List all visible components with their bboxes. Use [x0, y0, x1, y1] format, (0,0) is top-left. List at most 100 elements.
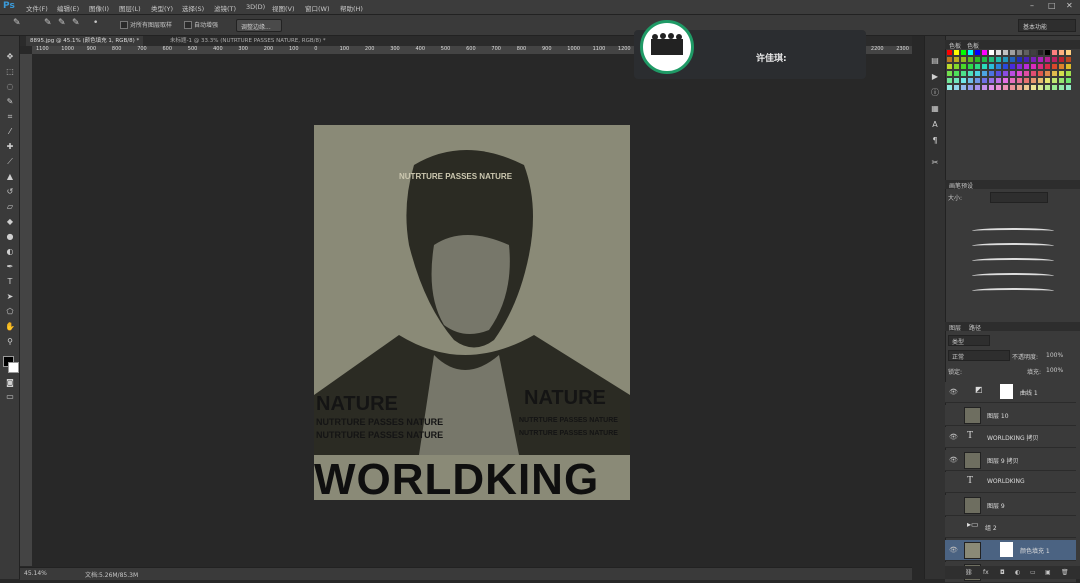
color-swatch[interactable] — [982, 85, 987, 90]
color-swatch[interactable] — [1066, 71, 1071, 76]
color-swatch[interactable] — [1066, 57, 1071, 62]
brush-stroke-3[interactable] — [972, 258, 1054, 264]
shape-tool-icon[interactable]: ⬠ — [5, 307, 15, 317]
color-swatch[interactable] — [1017, 57, 1022, 62]
color-swatch[interactable] — [1066, 78, 1071, 83]
color-swatch[interactable] — [1038, 64, 1043, 69]
color-swatch[interactable] — [1052, 71, 1057, 76]
auto-enhance-checkbox[interactable] — [184, 21, 192, 29]
new-group-icon[interactable]: ▭ — [1030, 569, 1036, 576]
menu-layer[interactable]: 图层(L) — [119, 3, 141, 13]
color-swatch[interactable] — [1059, 64, 1064, 69]
color-swatch[interactable] — [961, 64, 966, 69]
color-swatch[interactable] — [982, 78, 987, 83]
color-swatch[interactable] — [989, 50, 994, 55]
type-tool-icon[interactable]: T — [5, 277, 15, 287]
layer-filter-select[interactable]: 类型 — [948, 335, 990, 346]
fill-value[interactable]: 100% — [1046, 367, 1063, 374]
menu-view[interactable]: 视图(V) — [272, 3, 295, 13]
color-swatch[interactable] — [1052, 64, 1057, 69]
adjustment-layer-icon[interactable]: ◐ — [1015, 569, 1020, 576]
color-swatch[interactable] — [1031, 50, 1036, 55]
color-swatch[interactable] — [975, 71, 980, 76]
color-swatch[interactable] — [1066, 85, 1071, 90]
color-swatch[interactable] — [1052, 57, 1057, 62]
eyedropper-tool-icon[interactable]: ⁄ — [5, 127, 15, 137]
color-swatch[interactable] — [947, 71, 952, 76]
new-layer-icon[interactable]: ▣ — [1045, 569, 1051, 576]
color-swatch[interactable] — [975, 57, 980, 62]
brush-stroke-4[interactable] — [972, 273, 1054, 279]
color-swatch[interactable] — [1059, 71, 1064, 76]
sample-all-layers-checkbox[interactable] — [120, 21, 128, 29]
color-swatch[interactable] — [1010, 85, 1015, 90]
color-swatch[interactable] — [1059, 78, 1064, 83]
layer-row[interactable]: 👁 ◩ 曲线 1 — [945, 382, 1076, 403]
color-swatch[interactable] — [1038, 57, 1043, 62]
color-swatch[interactable] — [975, 64, 980, 69]
subtract-selection-icon[interactable]: ✎ — [72, 18, 80, 28]
brush-stroke-1[interactable] — [972, 228, 1054, 234]
color-swatch[interactable] — [989, 64, 994, 69]
color-swatch[interactable] — [1031, 64, 1036, 69]
color-swatch[interactable] — [968, 50, 973, 55]
color-swatch[interactable] — [1010, 71, 1015, 76]
screen-mode-icon[interactable]: ▭ — [5, 392, 15, 402]
color-swatch[interactable] — [1017, 50, 1022, 55]
healing-brush-icon[interactable]: ✚ — [5, 142, 15, 152]
tab-swatches[interactable]: 色板 — [967, 41, 979, 50]
color-swatch[interactable] — [947, 78, 952, 83]
color-swatch[interactable] — [1031, 57, 1036, 62]
color-swatch[interactable] — [961, 78, 966, 83]
swatch-grid[interactable] — [945, 50, 1080, 100]
visibility-eye-icon[interactable]: 👁 — [949, 546, 958, 554]
add-selection-icon[interactable]: ✎ — [58, 18, 66, 28]
color-swatch[interactable] — [1038, 85, 1043, 90]
color-swatch[interactable] — [989, 85, 994, 90]
layer-row[interactable]: ▸▭ 组 2 — [945, 517, 1076, 538]
color-swatch[interactable] — [1024, 78, 1029, 83]
color-swatch[interactable] — [1024, 50, 1029, 55]
color-swatch[interactable] — [968, 71, 973, 76]
color-swatch[interactable] — [1010, 50, 1015, 55]
color-swatch[interactable] — [1045, 85, 1050, 90]
color-swatch[interactable] — [1024, 71, 1029, 76]
history-brush-icon[interactable]: ↺ — [5, 187, 15, 197]
color-swatch[interactable] — [1024, 64, 1029, 69]
zoom-level[interactable]: 45.14% — [24, 570, 47, 577]
color-swatch[interactable] — [1017, 64, 1022, 69]
color-swatch[interactable] — [1003, 78, 1008, 83]
opacity-value[interactable]: 100% — [1046, 352, 1063, 359]
color-swatch[interactable] — [989, 78, 994, 83]
brush-size-icon[interactable]: • — [93, 18, 98, 28]
color-swatch[interactable] — [954, 78, 959, 83]
color-swatch[interactable] — [961, 57, 966, 62]
dodge-tool-icon[interactable]: ◐ — [5, 247, 15, 257]
color-swatch[interactable] — [1010, 64, 1015, 69]
color-swatch[interactable] — [996, 78, 1001, 83]
color-swatch[interactable] — [954, 85, 959, 90]
color-swatch[interactable] — [1038, 50, 1043, 55]
brush-size-slider[interactable] — [990, 192, 1048, 203]
brush-stroke-5[interactable] — [972, 288, 1054, 294]
properties-panel-icon[interactable]: ▦ — [930, 104, 940, 114]
lasso-tool-icon[interactable]: ◌ — [5, 82, 15, 92]
color-swatch[interactable] — [1052, 50, 1057, 55]
menu-image[interactable]: 图像(I) — [89, 3, 109, 13]
paragraph-panel-icon[interactable]: ¶ — [930, 136, 940, 146]
color-swatch[interactable] — [1038, 78, 1043, 83]
color-swatch[interactable] — [961, 85, 966, 90]
actions-panel-icon[interactable]: ▶ — [930, 72, 940, 82]
color-swatch[interactable] — [1017, 78, 1022, 83]
layer-row[interactable]: 👁 T WORLDKING 拷贝 — [945, 427, 1076, 448]
visibility-eye-icon[interactable]: 👁 — [949, 456, 958, 464]
color-swatch[interactable] — [982, 57, 987, 62]
color-swatch[interactable] — [968, 78, 973, 83]
eraser-tool-icon[interactable]: ▱ — [5, 202, 15, 212]
color-swatch[interactable] — [1031, 78, 1036, 83]
color-swatch[interactable] — [1003, 57, 1008, 62]
color-swatch[interactable] — [982, 71, 987, 76]
background-color-swatch[interactable] — [8, 362, 19, 373]
color-swatch[interactable] — [1038, 71, 1043, 76]
quick-selection-tool-icon[interactable]: ✎ — [5, 97, 15, 107]
